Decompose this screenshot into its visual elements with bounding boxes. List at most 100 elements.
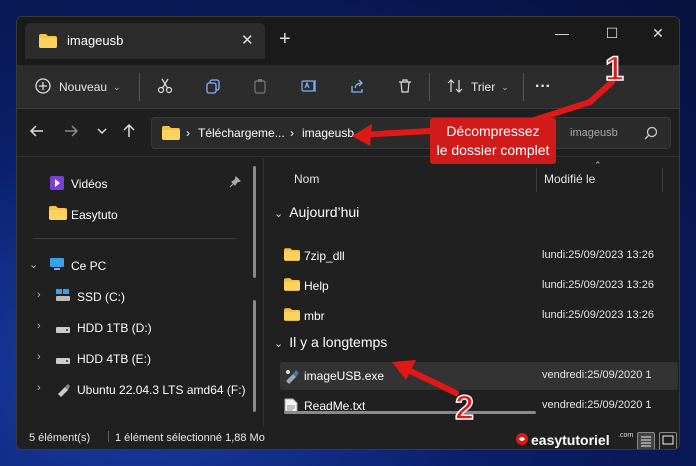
group-title: Il y a longtemps xyxy=(289,334,388,350)
copy-icon xyxy=(205,78,221,97)
tab-imageusb[interactable]: imageusb ✕ xyxy=(25,23,265,59)
forward-arrow-icon[interactable] xyxy=(63,123,79,144)
chevron-down-icon: ⌄ xyxy=(274,208,284,220)
file-row[interactable]: Help lundi:25/09/2023 13:26 xyxy=(280,272,678,300)
pc-icon xyxy=(49,257,65,274)
share-icon xyxy=(349,78,365,97)
sidebar-item-label: Ce PC xyxy=(71,259,107,273)
sidebar-item-label: Easytuto xyxy=(71,208,118,222)
chevron-down-icon: ⌄ xyxy=(501,81,509,92)
toolbar-divider xyxy=(429,73,430,101)
toolbar-divider xyxy=(139,73,140,101)
copy-button[interactable] xyxy=(205,75,221,99)
command-bar: Nouveau ⌄ Trier ⌄ ··· xyxy=(17,65,679,109)
sidebar-item-videos[interactable]: Vidéos xyxy=(17,170,249,196)
breadcrumb-separator: › xyxy=(186,126,190,140)
toolbar-divider xyxy=(523,73,524,101)
maximize-button[interactable]: ☐ xyxy=(597,25,627,42)
file-row[interactable]: 7zip_dll lundi:25/09/2023 13:26 xyxy=(280,242,678,270)
more-options-button[interactable]: ··· xyxy=(535,75,551,99)
share-button[interactable] xyxy=(349,75,365,99)
status-divider: | xyxy=(107,430,110,442)
paste-button[interactable] xyxy=(253,75,269,99)
group-header-long-ago[interactable]: ⌄ Il y a longtemps xyxy=(274,334,387,350)
details-view-button[interactable] xyxy=(637,432,655,449)
breadcrumb-downloads[interactable]: Téléchargeme... xyxy=(198,126,285,140)
column-header-modified[interactable]: Modifié le xyxy=(544,172,595,186)
selection-info: 1 élément sélectionné 1,88 Mo xyxy=(115,432,265,444)
group-title: Aujourd’hui xyxy=(289,204,360,220)
sidebar-item-hdd-e[interactable]: › HDD 4TB (E:) xyxy=(17,345,249,371)
file-row[interactable]: ReadMe.txt vendredi:25/09/2020 1 xyxy=(280,392,678,420)
new-tab-button[interactable]: + xyxy=(279,29,291,49)
delete-button[interactable] xyxy=(397,75,413,99)
sidebar-item-label: HDD 4TB (E:) xyxy=(77,352,152,366)
sidebar-item-label: Vidéos xyxy=(71,177,108,191)
new-label: Nouveau xyxy=(59,80,108,94)
address-bar[interactable]: › Téléchargeme... › imageusb imageusb xyxy=(151,117,671,149)
sidebar-item-this-pc[interactable]: ⌄ Ce PC xyxy=(17,252,249,278)
usb-drive-icon xyxy=(55,381,71,400)
step-number-2: 2 xyxy=(454,388,474,428)
sidebar-item-hdd-d[interactable]: › HDD 1TB (D:) xyxy=(17,314,249,340)
status-bar: 5 élément(s) | 1 élément sélectionné 1,8… xyxy=(17,426,679,449)
brand-suffix: .com xyxy=(618,432,634,439)
tab-close-button[interactable]: ✕ xyxy=(241,31,254,49)
sidebar-item-easytuto[interactable]: Easytuto xyxy=(17,201,249,227)
sort-icon xyxy=(447,78,463,97)
sort-button[interactable]: Trier ⌄ xyxy=(447,75,509,99)
sidebar-scrollbar-top[interactable] xyxy=(253,166,256,278)
column-divider xyxy=(662,168,663,192)
chevron-right-icon[interactable]: › xyxy=(37,289,41,301)
cut-button[interactable] xyxy=(157,75,173,99)
folder-icon xyxy=(284,248,300,266)
file-list: Nom Modifié le ⌃ ⌄ Aujourd’hui 7zip_dll l… xyxy=(263,158,679,426)
item-count: 5 élément(s) xyxy=(29,432,91,444)
navigation-pane: Vidéos Easytuto ⌄ Ce PC › SSD (C:) › HDD… xyxy=(17,158,256,426)
chevron-right-icon[interactable]: › xyxy=(37,351,41,363)
sidebar-item-ubuntu-f[interactable]: › Ubuntu 22.04.3 LTS amd64 (F:) xyxy=(17,376,249,402)
drive-icon xyxy=(55,323,71,337)
sidebar-item-ssd-c[interactable]: › SSD (C:) xyxy=(17,283,249,309)
sidebar-scrollbar[interactable] xyxy=(253,300,256,412)
navigation-bar: › Téléchargeme... › imageusb imageusb xyxy=(17,109,679,157)
close-window-button[interactable]: ✕ xyxy=(643,25,673,42)
file-date: lundi:25/09/2023 13:26 xyxy=(542,279,654,291)
videos-icon xyxy=(49,175,65,194)
recent-locations-chevron-icon[interactable] xyxy=(95,123,109,144)
folder-icon xyxy=(284,278,300,296)
tiles-view-button[interactable] xyxy=(659,432,677,449)
file-name: imageUSB.exe xyxy=(304,369,385,383)
file-explorer-window: imageusb ✕ + — ☐ ✕ Nouveau ⌄ Trier ⌄ ···… xyxy=(16,16,680,450)
pin-icon[interactable] xyxy=(229,175,242,191)
breadcrumb-separator: › xyxy=(290,126,294,140)
drive-icon xyxy=(55,354,71,368)
paste-icon xyxy=(253,78,269,97)
file-row[interactable]: mbr lundi:25/09/2023 13:26 xyxy=(280,302,678,330)
minimize-button[interactable]: — xyxy=(547,25,577,41)
new-button[interactable]: Nouveau ⌄ xyxy=(35,75,121,99)
column-header-name[interactable]: Nom xyxy=(294,172,319,186)
rename-button[interactable] xyxy=(301,75,317,99)
file-date: lundi:25/09/2023 13:26 xyxy=(542,249,654,261)
usb-executable-icon xyxy=(284,368,300,389)
search-input[interactable]: imageusb xyxy=(570,127,618,139)
folder-icon xyxy=(162,126,180,145)
back-arrow-icon[interactable] xyxy=(29,123,45,144)
sidebar-item-label: SSD (C:) xyxy=(77,290,125,304)
chevron-right-icon[interactable]: › xyxy=(37,382,41,394)
file-name: Help xyxy=(304,279,329,293)
chevron-down-icon[interactable]: ⌄ xyxy=(29,258,38,271)
group-header-today[interactable]: ⌄ Aujourd’hui xyxy=(274,204,359,220)
chevron-up-icon: ⌃ xyxy=(594,160,602,170)
drive-icon xyxy=(55,288,71,305)
file-name: 7zip_dll xyxy=(304,249,345,263)
breadcrumb-imageusb[interactable]: imageusb xyxy=(302,126,354,140)
annotation-callout: Décompressez le dossier complet xyxy=(430,118,556,164)
horizontal-scrollbar[interactable] xyxy=(284,411,536,414)
rename-icon xyxy=(301,78,317,97)
file-row-selected[interactable]: imageUSB.exe vendredi:25/09/2020 1 xyxy=(280,362,678,390)
up-arrow-icon[interactable] xyxy=(121,123,137,144)
folder-icon xyxy=(49,206,67,223)
chevron-right-icon[interactable]: › xyxy=(37,320,41,332)
